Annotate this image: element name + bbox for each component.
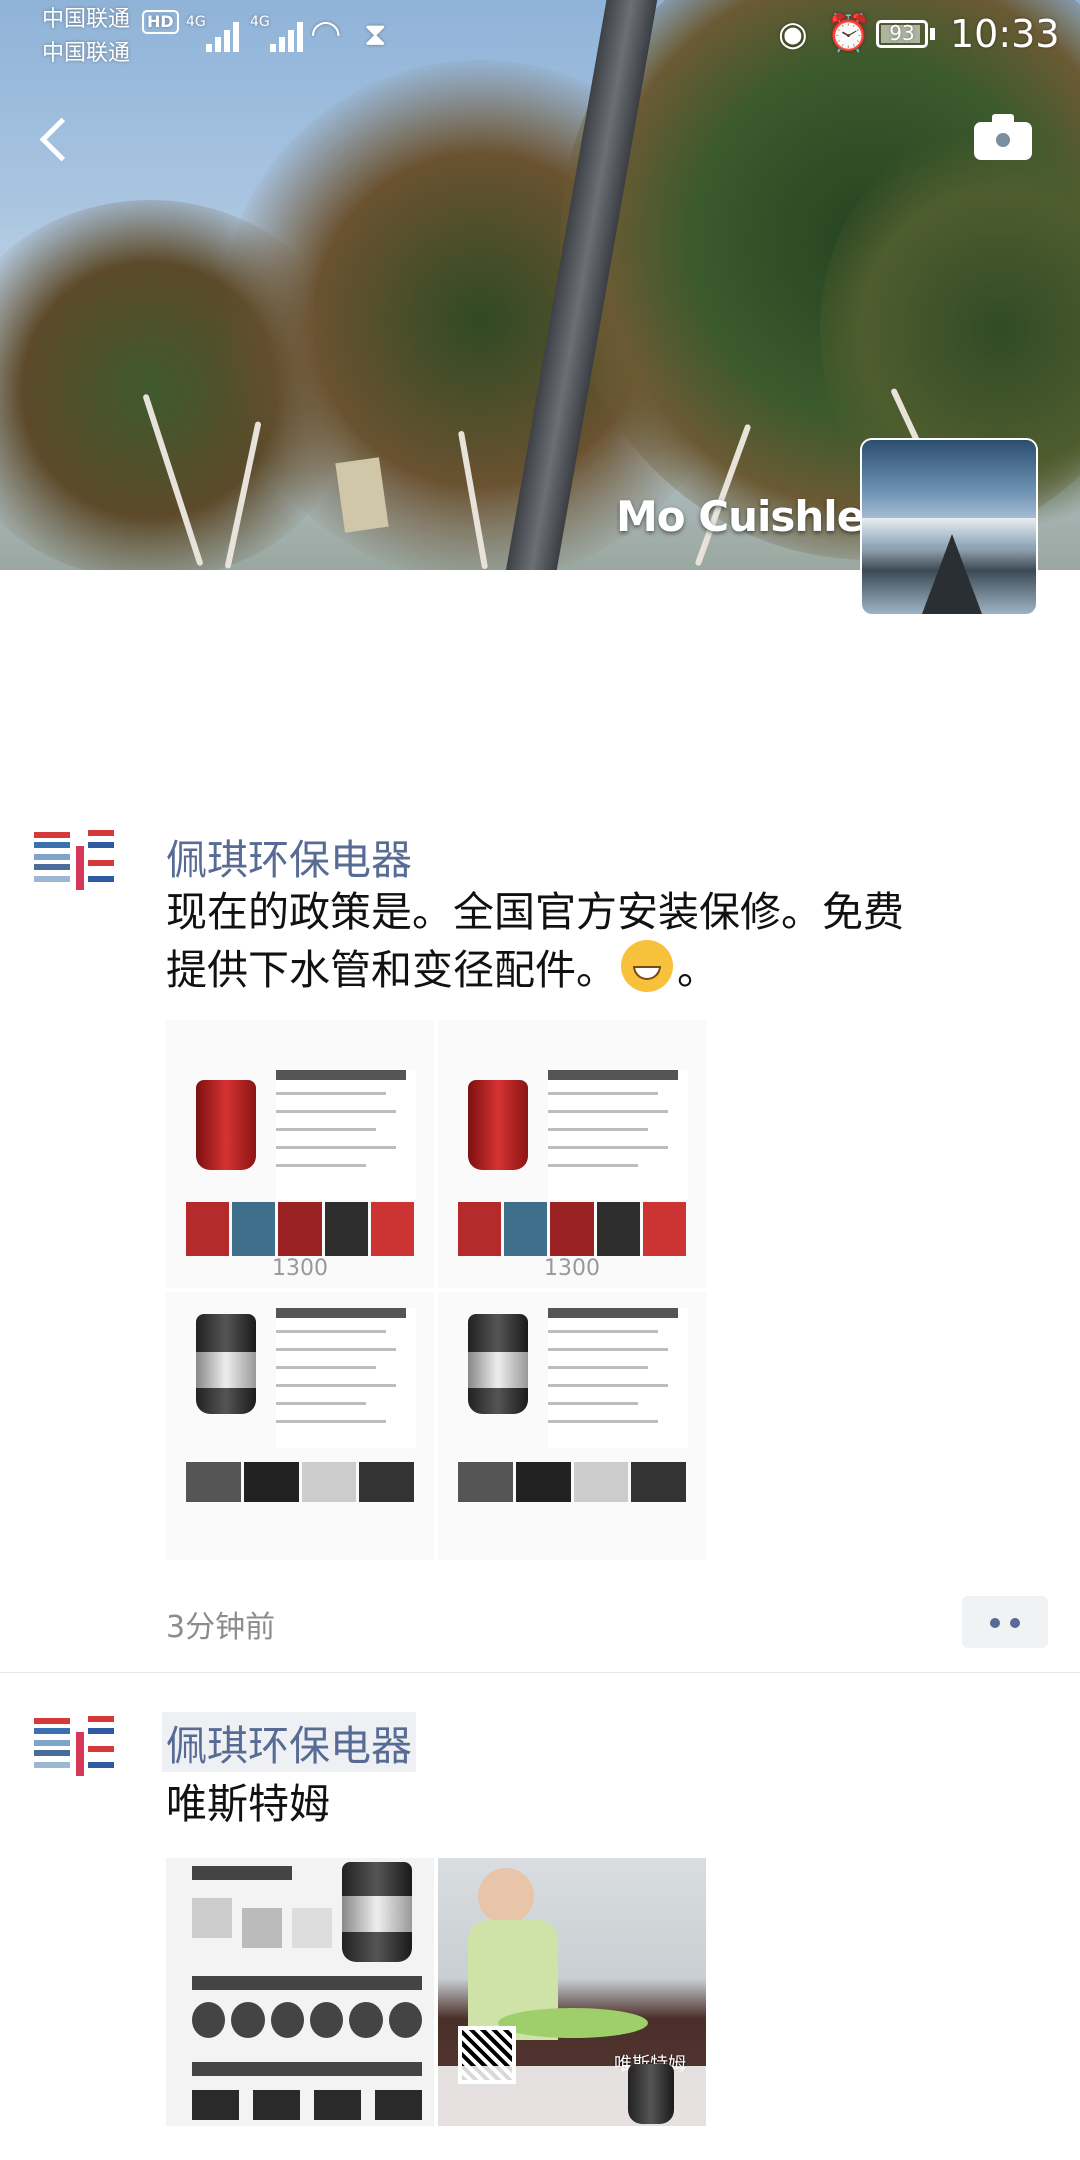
back-icon[interactable] [30, 110, 80, 170]
product-model-label: 1300 [272, 1256, 328, 1281]
alarm-icon: ⏰ [826, 13, 871, 54]
post-divider [0, 1672, 1080, 1673]
battery-level: 93 [889, 21, 915, 45]
battery-icon: 93 [876, 20, 928, 48]
network-type-2: 4G [250, 14, 270, 30]
poster-avatar[interactable] [32, 828, 114, 910]
network-type-1: 4G [186, 14, 206, 30]
poster-name[interactable]: 佩琪环保电器 [162, 1712, 416, 1772]
more-dots-icon[interactable] [962, 1596, 1048, 1648]
profile-avatar[interactable] [862, 440, 1036, 614]
eye-icon: ◉ [778, 14, 808, 54]
post-image[interactable]: 唯斯特姆 [438, 1858, 706, 2126]
signal-icon [206, 18, 246, 52]
grinning-face-emoji-icon [621, 940, 673, 992]
carrier-label-2: 中国联通 [42, 41, 131, 66]
post-image[interactable]: 1300 [438, 1020, 706, 1288]
post-text-line-2: 提供下水管和变径配件。 [166, 946, 617, 994]
post-text-line-2-end: 。 [677, 946, 718, 994]
hourglass-icon: ⧗ [364, 15, 387, 53]
post-image[interactable]: 1300 [166, 1020, 434, 1288]
post-text-line-1: 现在的政策是。全国官方安装保修。免费 [166, 888, 904, 936]
poster-avatar[interactable] [32, 1714, 114, 1796]
carrier-label-1: 中国联通 [42, 7, 131, 32]
post-text: 现在的政策是。全国官方安装保修。免费 提供下水管和变径配件。 。 [166, 884, 1016, 998]
poster-name[interactable]: 佩琪环保电器 [166, 826, 412, 886]
post-image[interactable] [166, 1858, 434, 2126]
clock: 10:33 [950, 12, 1060, 56]
post-text: 唯斯特姆 [166, 1780, 330, 1828]
post-image[interactable] [438, 1292, 706, 1560]
image-grid: 1300 1300 [166, 1020, 706, 1560]
hd-badge: HD [142, 10, 179, 34]
wifi-icon: ◠ [310, 13, 342, 54]
status-bar: 中国联通 中国联通 HD 4G 4G ◠ ⧗ ◉ ⏰ 93 10:33 [0, 0, 1080, 70]
profile-username[interactable]: Mo Cuishle [616, 492, 865, 541]
post-image[interactable] [166, 1292, 434, 1560]
product-model-label: 1300 [544, 1256, 600, 1281]
camera-icon[interactable] [974, 114, 1032, 160]
image-grid: 唯斯特姆 [166, 1858, 706, 2126]
post-timestamp: 3分钟前 [166, 1610, 276, 1645]
signal-icon [270, 18, 310, 52]
